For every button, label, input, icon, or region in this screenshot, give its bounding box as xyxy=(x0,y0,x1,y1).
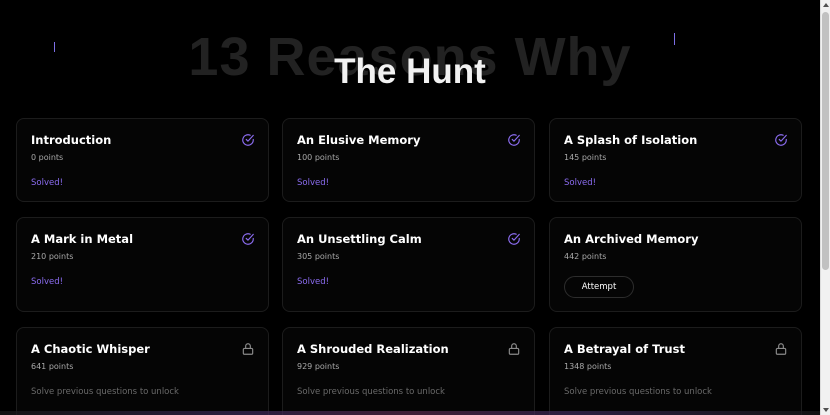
card-points: 1348 points xyxy=(564,362,612,371)
solved-status: Solved! xyxy=(297,178,330,188)
challenge-card[interactable]: An Elusive Memory 100 points Solved! xyxy=(282,118,535,202)
card-title: An Elusive Memory xyxy=(297,133,421,147)
lock-icon xyxy=(775,343,787,355)
card-title: A Splash of Isolation xyxy=(564,133,698,147)
check-circle-icon xyxy=(508,233,520,245)
solved-status: Solved! xyxy=(31,277,64,287)
card-title: A Mark in Metal xyxy=(31,232,134,246)
solved-status: Solved! xyxy=(31,178,64,188)
card-points: 100 points xyxy=(297,153,340,162)
check-circle-icon xyxy=(508,134,520,146)
scroll-down-arrow-icon[interactable] xyxy=(821,405,830,415)
check-circle-icon xyxy=(775,134,787,146)
solved-status: Solved! xyxy=(564,178,597,188)
scrollbar-thumb[interactable] xyxy=(822,12,829,270)
challenge-card[interactable]: A Splash of Isolation 145 points Solved! xyxy=(549,118,802,202)
card-points: 442 points xyxy=(564,252,607,261)
challenge-card[interactable]: A Mark in Metal 210 points Solved! xyxy=(16,217,269,312)
challenge-card[interactable]: Introduction 0 points Solved! xyxy=(16,118,269,202)
check-circle-icon xyxy=(242,233,254,245)
attempt-button[interactable]: Attempt xyxy=(564,276,634,298)
lock-icon xyxy=(508,343,520,355)
locked-status: Solve previous questions to unlock xyxy=(31,387,179,397)
card-points: 210 points xyxy=(31,252,74,261)
check-circle-icon xyxy=(242,134,254,146)
card-title: Introduction xyxy=(31,133,112,147)
card-title: A Chaotic Whisper xyxy=(31,342,150,356)
decorative-star xyxy=(54,42,55,52)
card-title: A Shrouded Realization xyxy=(297,342,449,356)
page-title: The Hunt xyxy=(334,52,486,91)
challenge-card[interactable]: An Unsettling Calm 305 points Solved! xyxy=(282,217,535,312)
vertical-scrollbar[interactable] xyxy=(820,0,830,415)
page: 13 Reasons Why The Hunt Introduction 0 p… xyxy=(0,0,820,415)
locked-status: Solve previous questions to unlock xyxy=(564,387,712,397)
scroll-up-arrow-icon[interactable] xyxy=(821,0,830,10)
lock-icon xyxy=(242,343,254,355)
solved-status: Solved! xyxy=(297,277,330,287)
challenge-card: A Betrayal of Trust 1348 points Solve pr… xyxy=(549,327,802,415)
card-points: 305 points xyxy=(297,252,340,261)
card-points: 145 points xyxy=(564,153,607,162)
challenge-card: A Chaotic Whisper 641 points Solve previ… xyxy=(16,327,269,415)
card-points: 641 points xyxy=(31,362,74,371)
card-title: An Archived Memory xyxy=(564,232,699,246)
locked-status: Solve previous questions to unlock xyxy=(297,387,445,397)
bottom-glow xyxy=(0,411,820,415)
challenge-card: A Shrouded Realization 929 points Solve … xyxy=(282,327,535,415)
card-points: 929 points xyxy=(297,362,340,371)
card-title: An Unsettling Calm xyxy=(297,232,422,246)
card-title: A Betrayal of Trust xyxy=(564,342,685,356)
card-points: 0 points xyxy=(31,153,64,162)
challenge-card: An Archived Memory 442 points Attempt xyxy=(549,217,802,312)
decorative-star xyxy=(674,33,675,45)
